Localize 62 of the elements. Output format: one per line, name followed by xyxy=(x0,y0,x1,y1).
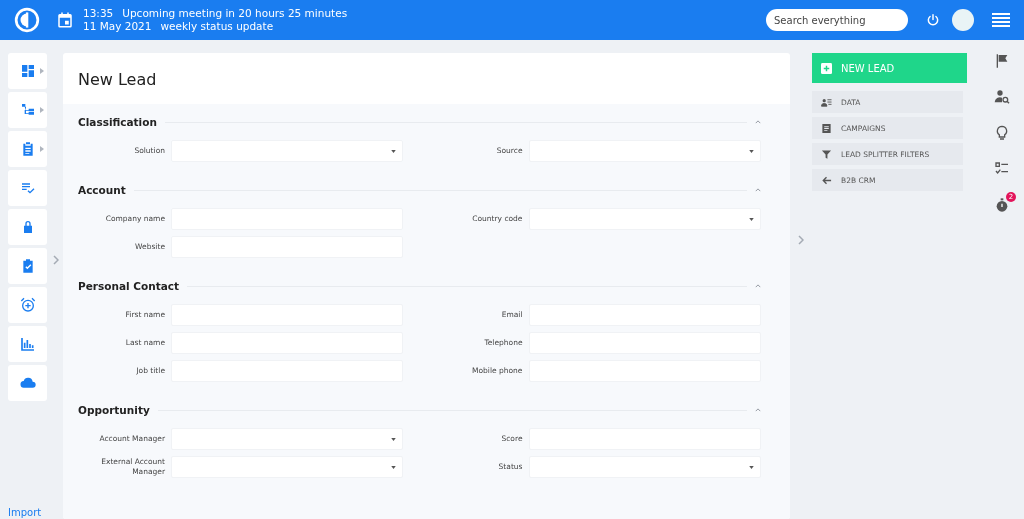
dashboard-icon xyxy=(19,63,36,79)
meeting-date: 11 May 2021 xyxy=(83,20,152,32)
sidebar-item[interactable] xyxy=(8,53,47,89)
checklist-icon[interactable] xyxy=(994,161,1010,177)
search-field[interactable]: Search everything xyxy=(766,9,908,31)
flag-icon[interactable] xyxy=(994,53,1010,69)
dropdown-field[interactable] xyxy=(528,208,761,230)
section-title: Personal Contact xyxy=(78,280,180,292)
collapse-icon[interactable] xyxy=(755,408,761,412)
dropdown-field[interactable] xyxy=(171,428,403,450)
section-title: Classification xyxy=(78,116,157,128)
power-icon[interactable] xyxy=(926,13,940,27)
collapse-icon[interactable] xyxy=(755,188,761,192)
sidebar-item[interactable] xyxy=(8,326,47,362)
caret-icon[interactable] xyxy=(40,68,44,74)
chevron-right-icon[interactable] xyxy=(798,234,804,245)
collapse-icon[interactable] xyxy=(755,284,761,288)
collapse-icon[interactable] xyxy=(755,120,761,124)
person-search-icon[interactable] xyxy=(994,89,1010,105)
checklist-icon xyxy=(19,180,36,196)
caret-down-icon xyxy=(391,437,396,441)
sidebar-item[interactable] xyxy=(8,92,47,128)
sidebar-item[interactable] xyxy=(8,131,47,167)
caret-down-icon xyxy=(748,217,754,221)
import-link[interactable]: Import xyxy=(8,507,48,519)
menu-icon[interactable] xyxy=(992,13,1010,27)
logo-icon[interactable] xyxy=(14,7,40,33)
sidebar-item[interactable] xyxy=(8,209,47,245)
sidebar-item[interactable] xyxy=(8,248,47,284)
arrow-left-icon xyxy=(821,174,832,186)
filter-icon xyxy=(821,148,832,160)
document-icon xyxy=(821,122,832,134)
cloud-icon xyxy=(19,375,36,391)
meeting-text[interactable]: Upcoming meeting in 20 hours 25 minutes xyxy=(122,7,348,19)
caret-down-icon xyxy=(391,149,396,153)
timer-icon[interactable] xyxy=(994,197,1010,213)
people-list-icon xyxy=(821,96,832,108)
meeting-title[interactable]: weekly status update xyxy=(160,20,274,32)
lightbulb-icon[interactable] xyxy=(994,125,1010,141)
tree-icon xyxy=(19,102,36,118)
alarm-icon xyxy=(19,297,36,313)
sidebar-item[interactable] xyxy=(8,365,47,401)
sidebar-item[interactable] xyxy=(8,287,47,323)
caret-icon[interactable] xyxy=(40,146,44,152)
calendar-icon[interactable] xyxy=(56,11,74,29)
sidebar-item[interactable] xyxy=(8,170,47,206)
section-title: Opportunity xyxy=(78,404,150,416)
plus-icon xyxy=(821,62,832,74)
caret-down-icon xyxy=(748,149,754,153)
avatar[interactable] xyxy=(952,9,974,31)
meeting-time: 13:35 xyxy=(83,7,114,19)
chart-icon xyxy=(19,336,36,352)
page-title: New Lead xyxy=(77,69,158,91)
chevron-right-icon[interactable] xyxy=(52,254,59,265)
caret-icon[interactable] xyxy=(40,107,44,113)
section-title: Account xyxy=(78,184,126,196)
caret-down-icon xyxy=(748,465,754,469)
caret-down-icon xyxy=(391,465,396,469)
dropdown-field[interactable] xyxy=(171,456,403,478)
dropdown-field[interactable] xyxy=(528,140,761,162)
dropdown-field[interactable] xyxy=(171,140,403,162)
dropdown-field[interactable] xyxy=(528,456,761,478)
